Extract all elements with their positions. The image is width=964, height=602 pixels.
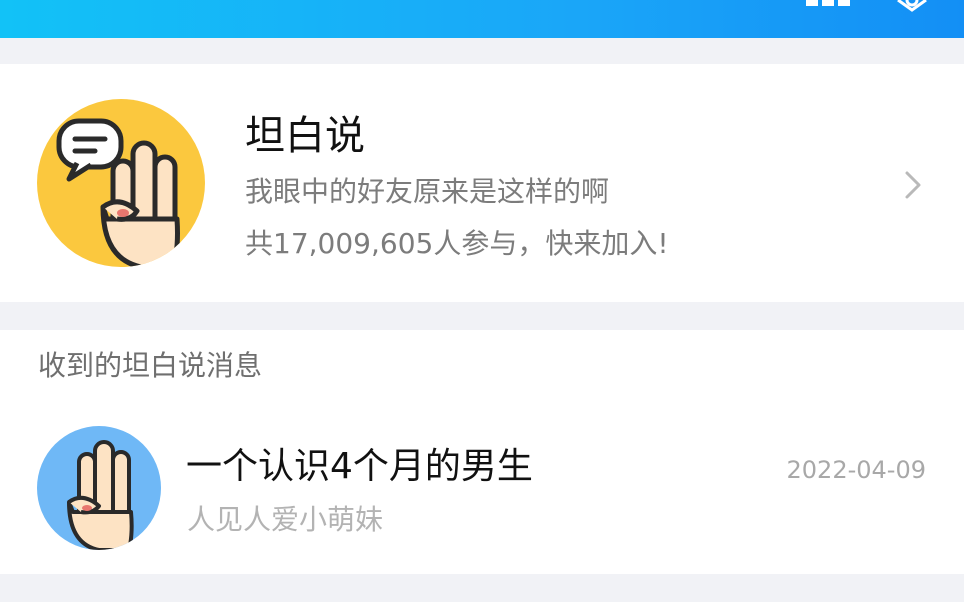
feature-participants: 共17,009,605人参与，快来加入! bbox=[245, 227, 669, 260]
hand-three-fingers-icon bbox=[67, 440, 134, 550]
feature-avatar bbox=[37, 99, 205, 267]
message-date: 2022-04-09 bbox=[786, 456, 926, 484]
grid-icon[interactable] bbox=[802, 0, 854, 10]
message-sender: 人见人爱小萌妹 bbox=[187, 503, 384, 536]
feature-subtitle: 我眼中的好友原来是这样的啊 bbox=[245, 175, 610, 208]
message-title[interactable]: 一个认识4个月的男生 bbox=[186, 444, 533, 490]
message-avatar[interactable] bbox=[37, 426, 161, 550]
hand-three-fingers-speech-bubble-icon bbox=[56, 118, 180, 267]
chevron-right-icon[interactable] bbox=[902, 168, 924, 202]
top-bar bbox=[0, 0, 964, 38]
section-label: 收到的坦白说消息 bbox=[38, 349, 263, 382]
feature-title: 坦白说 bbox=[245, 113, 365, 159]
settings-icon[interactable] bbox=[894, 0, 934, 14]
confession-page: 坦白说 我眼中的好友原来是这样的啊 共17,009,605人参与，快来加入! 收… bbox=[0, 0, 964, 602]
